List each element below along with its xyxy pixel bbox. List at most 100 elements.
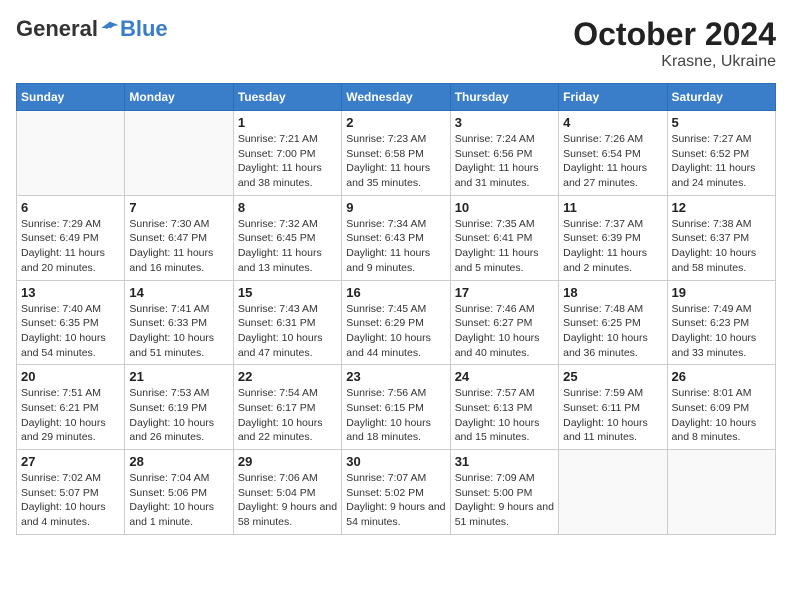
day-info: Sunrise: 7:51 AMSunset: 6:21 PMDaylight:…: [21, 386, 120, 445]
day-info: Sunrise: 8:01 AMSunset: 6:09 PMDaylight:…: [672, 386, 771, 445]
day-info: Sunrise: 7:41 AMSunset: 6:33 PMDaylight:…: [129, 302, 228, 361]
day-number: 15: [238, 285, 337, 300]
weekday-header-row: SundayMondayTuesdayWednesdayThursdayFrid…: [17, 84, 776, 111]
calendar-cell: 15 Sunrise: 7:43 AMSunset: 6:31 PMDayligh…: [233, 280, 341, 365]
calendar-cell: 3 Sunrise: 7:24 AMSunset: 6:56 PMDaylight…: [450, 111, 558, 196]
day-info: Sunrise: 7:53 AMSunset: 6:19 PMDaylight:…: [129, 386, 228, 445]
logo-bird-icon: [100, 19, 120, 39]
day-number: 2: [346, 115, 445, 130]
calendar-cell: [559, 450, 667, 535]
calendar-week-row: 20 Sunrise: 7:51 AMSunset: 6:21 PMDayligh…: [17, 365, 776, 450]
calendar-cell: [17, 111, 125, 196]
calendar-cell: 6 Sunrise: 7:29 AMSunset: 6:49 PMDaylight…: [17, 195, 125, 280]
calendar-cell: 19 Sunrise: 7:49 AMSunset: 6:23 PMDayligh…: [667, 280, 775, 365]
day-number: 18: [563, 285, 662, 300]
day-info: Sunrise: 7:43 AMSunset: 6:31 PMDaylight:…: [238, 302, 337, 361]
month-year-title: October 2024: [573, 16, 776, 53]
weekday-header: Wednesday: [342, 84, 450, 111]
day-info: Sunrise: 7:27 AMSunset: 6:52 PMDaylight:…: [672, 132, 771, 191]
day-number: 7: [129, 200, 228, 215]
calendar-cell: 17 Sunrise: 7:46 AMSunset: 6:27 PMDayligh…: [450, 280, 558, 365]
calendar-cell: 26 Sunrise: 8:01 AMSunset: 6:09 PMDayligh…: [667, 365, 775, 450]
day-info: Sunrise: 7:40 AMSunset: 6:35 PMDaylight:…: [21, 302, 120, 361]
calendar-cell: 14 Sunrise: 7:41 AMSunset: 6:33 PMDayligh…: [125, 280, 233, 365]
calendar-week-row: 6 Sunrise: 7:29 AMSunset: 6:49 PMDaylight…: [17, 195, 776, 280]
day-info: Sunrise: 7:46 AMSunset: 6:27 PMDaylight:…: [455, 302, 554, 361]
day-number: 8: [238, 200, 337, 215]
day-info: Sunrise: 7:04 AMSunset: 5:06 PMDaylight:…: [129, 471, 228, 530]
calendar-cell: 20 Sunrise: 7:51 AMSunset: 6:21 PMDayligh…: [17, 365, 125, 450]
day-info: Sunrise: 7:59 AMSunset: 6:11 PMDaylight:…: [563, 386, 662, 445]
day-info: Sunrise: 7:37 AMSunset: 6:39 PMDaylight:…: [563, 217, 662, 276]
logo-general-text: General: [16, 16, 98, 42]
calendar-cell: 16 Sunrise: 7:45 AMSunset: 6:29 PMDayligh…: [342, 280, 450, 365]
calendar-week-row: 27Sunrise: 7:02 AMSunset: 5:07 PMDayligh…: [17, 450, 776, 535]
calendar-cell: 5 Sunrise: 7:27 AMSunset: 6:52 PMDaylight…: [667, 111, 775, 196]
day-info: Sunrise: 7:07 AMSunset: 5:02 PMDaylight:…: [346, 471, 445, 530]
day-number: 31: [455, 454, 554, 469]
day-info: Sunrise: 7:29 AMSunset: 6:49 PMDaylight:…: [21, 217, 120, 276]
day-info: Sunrise: 7:23 AMSunset: 6:58 PMDaylight:…: [346, 132, 445, 191]
day-number: 5: [672, 115, 771, 130]
calendar-cell: 2 Sunrise: 7:23 AMSunset: 6:58 PMDaylight…: [342, 111, 450, 196]
weekday-header: Friday: [559, 84, 667, 111]
calendar-cell: 18Sunrise: 7:48 AMSunset: 6:25 PMDayligh…: [559, 280, 667, 365]
calendar-cell: 12Sunrise: 7:38 AMSunset: 6:37 PMDayligh…: [667, 195, 775, 280]
day-number: 19: [672, 285, 771, 300]
day-number: 28: [129, 454, 228, 469]
day-info: Sunrise: 7:34 AMSunset: 6:43 PMDaylight:…: [346, 217, 445, 276]
day-info: Sunrise: 7:35 AMSunset: 6:41 PMDaylight:…: [455, 217, 554, 276]
calendar-table: SundayMondayTuesdayWednesdayThursdayFrid…: [16, 83, 776, 535]
day-number: 21: [129, 369, 228, 384]
page-header: General Blue October 2024 Krasne, Ukrain…: [16, 16, 776, 71]
day-number: 6: [21, 200, 120, 215]
day-number: 24: [455, 369, 554, 384]
weekday-header: Saturday: [667, 84, 775, 111]
day-info: Sunrise: 7:26 AMSunset: 6:54 PMDaylight:…: [563, 132, 662, 191]
month-title-block: October 2024 Krasne, Ukraine: [573, 16, 776, 71]
day-number: 4: [563, 115, 662, 130]
calendar-cell: 4 Sunrise: 7:26 AMSunset: 6:54 PMDaylight…: [559, 111, 667, 196]
location-subtitle: Krasne, Ukraine: [573, 53, 776, 71]
day-number: 10: [455, 200, 554, 215]
day-number: 11: [563, 200, 662, 215]
weekday-header: Sunday: [17, 84, 125, 111]
day-info: Sunrise: 7:02 AMSunset: 5:07 PMDaylight:…: [21, 471, 120, 530]
day-info: Sunrise: 7:45 AMSunset: 6:29 PMDaylight:…: [346, 302, 445, 361]
logo: General Blue: [16, 16, 168, 42]
weekday-header: Monday: [125, 84, 233, 111]
day-number: 12: [672, 200, 771, 215]
day-info: Sunrise: 7:21 AMSunset: 7:00 PMDaylight:…: [238, 132, 337, 191]
day-info: Sunrise: 7:24 AMSunset: 6:56 PMDaylight:…: [455, 132, 554, 191]
day-number: 25: [563, 369, 662, 384]
day-number: 3: [455, 115, 554, 130]
weekday-header: Thursday: [450, 84, 558, 111]
calendar-cell: 1 Sunrise: 7:21 AMSunset: 7:00 PMDaylight…: [233, 111, 341, 196]
day-number: 26: [672, 369, 771, 384]
day-number: 14: [129, 285, 228, 300]
calendar-cell: 24 Sunrise: 7:57 AMSunset: 6:13 PMDayligh…: [450, 365, 558, 450]
day-number: 16: [346, 285, 445, 300]
calendar-cell: [125, 111, 233, 196]
calendar-cell: 21 Sunrise: 7:53 AMSunset: 6:19 PMDayligh…: [125, 365, 233, 450]
calendar-cell: 7Sunrise: 7:30 AMSunset: 6:47 PMDaylight…: [125, 195, 233, 280]
day-info: Sunrise: 7:54 AMSunset: 6:17 PMDaylight:…: [238, 386, 337, 445]
day-number: 1: [238, 115, 337, 130]
day-number: 23: [346, 369, 445, 384]
calendar-cell: 27Sunrise: 7:02 AMSunset: 5:07 PMDayligh…: [17, 450, 125, 535]
calendar-cell: 11 Sunrise: 7:37 AMSunset: 6:39 PMDayligh…: [559, 195, 667, 280]
day-number: 17: [455, 285, 554, 300]
weekday-header: Tuesday: [233, 84, 341, 111]
day-info: Sunrise: 7:49 AMSunset: 6:23 PMDaylight:…: [672, 302, 771, 361]
day-number: 29: [238, 454, 337, 469]
day-number: 30: [346, 454, 445, 469]
calendar-cell: 22Sunrise: 7:54 AMSunset: 6:17 PMDayligh…: [233, 365, 341, 450]
day-number: 20: [21, 369, 120, 384]
day-number: 13: [21, 285, 120, 300]
calendar-cell: 23Sunrise: 7:56 AMSunset: 6:15 PMDayligh…: [342, 365, 450, 450]
calendar-cell: 25 Sunrise: 7:59 AMSunset: 6:11 PMDayligh…: [559, 365, 667, 450]
calendar-week-row: 1 Sunrise: 7:21 AMSunset: 7:00 PMDaylight…: [17, 111, 776, 196]
calendar-cell: 31Sunrise: 7:09 AMSunset: 5:00 PMDayligh…: [450, 450, 558, 535]
day-info: Sunrise: 7:57 AMSunset: 6:13 PMDaylight:…: [455, 386, 554, 445]
logo-blue-text: Blue: [120, 16, 168, 42]
